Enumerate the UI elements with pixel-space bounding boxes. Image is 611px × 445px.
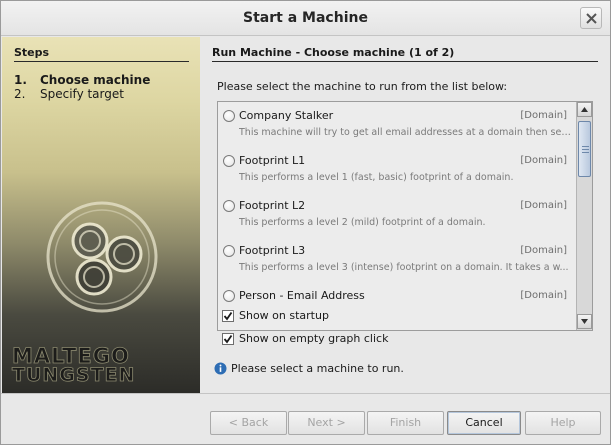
instruction-text: Please select the machine to run from th… — [217, 80, 508, 93]
start-machine-dialog: Start a Machine Steps 1. Choose machine 2… — [0, 0, 611, 445]
machine-name: Footprint L3 — [239, 244, 306, 257]
machine-list[interactable]: Company Stalker [Domain] This machine wi… — [217, 101, 593, 331]
machine-description: This performs a level 3 (intense) footpr… — [239, 262, 569, 273]
step-specify-target: 2. Specify target — [14, 87, 124, 101]
step-choose-machine: 1. Choose machine — [14, 73, 150, 87]
button-bar: < Back Next > Finish Cancel Help — [1, 393, 610, 444]
machine-entity-tag: [Domain] — [520, 245, 567, 256]
machine-name: Person - Email Address — [239, 289, 365, 302]
main-panel: Run Machine - Choose machine (1 of 2) Pl… — [201, 37, 610, 393]
step-number: 2. — [14, 87, 26, 101]
machine-entity-tag: [Domain] — [520, 290, 567, 301]
thumb-grip — [582, 152, 589, 153]
triangle-down-icon — [581, 319, 588, 324]
machine-radio[interactable] — [223, 290, 235, 302]
cancel-button[interactable]: Cancel — [447, 411, 521, 435]
machine-radio[interactable] — [223, 200, 235, 212]
steps-panel: Steps 1. Choose machine 2. Specify target … — [2, 37, 200, 393]
machine-name: Footprint L2 — [239, 199, 306, 212]
machine-entity-tag: [Domain] — [520, 155, 567, 166]
machine-name: Footprint L1 — [239, 154, 306, 167]
help-button[interactable]: Help — [525, 411, 601, 435]
page-title: Run Machine - Choose machine (1 of 2) — [212, 46, 455, 59]
triangle-up-icon — [581, 107, 588, 112]
step-label: Choose machine — [40, 73, 151, 87]
list-item[interactable]: Footprint L3 [Domain] This performs a le… — [218, 237, 576, 282]
step-label: Specify target — [40, 87, 124, 101]
svg-text:TUNGSTEN: TUNGSTEN — [12, 364, 135, 384]
steps-heading: Steps — [14, 46, 50, 59]
machine-name: Company Stalker — [239, 109, 334, 122]
maltego-emblem-icon — [46, 201, 158, 313]
machine-radio[interactable] — [223, 245, 235, 257]
machine-entity-tag: [Domain] — [520, 200, 567, 211]
back-button[interactable]: < Back — [210, 411, 287, 435]
thumb-grip — [582, 149, 589, 150]
next-button[interactable]: Next > — [288, 411, 365, 435]
machine-list-viewport: Company Stalker [Domain] This machine wi… — [218, 102, 576, 330]
scroll-down-button[interactable] — [577, 314, 592, 329]
machine-entity-tag: [Domain] — [520, 110, 567, 121]
machine-description: This performs a level 2 (mild) footprint… — [239, 217, 486, 228]
machine-radio[interactable] — [223, 155, 235, 167]
window-title: Start a Machine — [243, 10, 368, 26]
close-icon — [586, 13, 597, 24]
step-number: 1. — [14, 73, 27, 87]
list-item[interactable]: Footprint L2 [Domain] This performs a le… — [218, 192, 576, 237]
check-icon — [223, 311, 233, 321]
title-bar[interactable]: Start a Machine — [1, 1, 610, 36]
finish-button[interactable]: Finish — [367, 411, 444, 435]
steps-divider — [14, 61, 189, 62]
machine-description: This performs a level 1 (fast, basic) fo… — [239, 172, 514, 183]
checkbox-box[interactable] — [222, 310, 234, 322]
checkbox-box[interactable] — [222, 333, 234, 345]
checkbox-label: Show on empty graph click — [239, 332, 389, 345]
maltego-tungsten-logo: MALTEGO TUNGSTEN — [12, 344, 135, 384]
info-icon — [214, 362, 227, 375]
status-text: Please select a machine to run. — [231, 362, 404, 375]
list-item[interactable]: Footprint L1 [Domain] This performs a le… — [218, 147, 576, 192]
machine-radio[interactable] — [223, 110, 235, 122]
check-icon — [223, 334, 233, 344]
thumb-grip — [582, 146, 589, 147]
list-item[interactable]: Company Stalker [Domain] This machine wi… — [218, 102, 576, 147]
scroll-thumb[interactable] — [578, 121, 591, 177]
scroll-up-button[interactable] — [577, 102, 592, 117]
list-scrollbar[interactable] — [576, 102, 592, 330]
title-divider — [212, 61, 598, 62]
close-button[interactable] — [580, 7, 602, 29]
checkbox-label: Show on startup — [239, 309, 329, 322]
machine-description: This machine will try to get all email a… — [239, 127, 573, 138]
